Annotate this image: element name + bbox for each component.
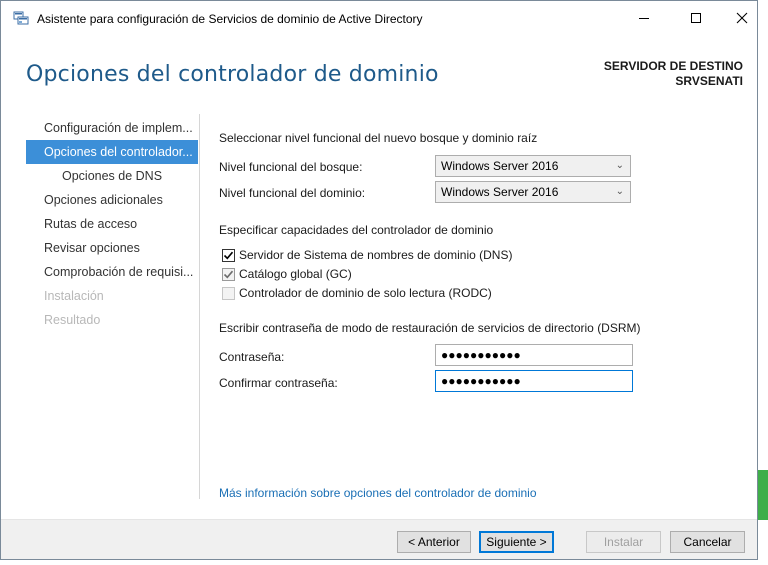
checkmark-icon <box>223 270 234 279</box>
background-strip <box>0 560 768 565</box>
checkmark-icon <box>223 251 234 260</box>
title-bar[interactable]: Asistente para configuración de Servicio… <box>1 1 757 35</box>
maximize-button[interactable] <box>673 1 719 35</box>
nav-item-results: Resultado <box>44 313 101 327</box>
password-field[interactable]: ●●●●●●●●●●● <box>435 344 633 366</box>
gc-checkbox <box>222 268 235 281</box>
forest-level-label: Nivel funcional del bosque: <box>219 160 363 174</box>
nav-item-review-options[interactable]: Revisar opciones <box>26 236 198 260</box>
rodc-checkbox-label[interactable]: Controlador de dominio de solo lectura (… <box>239 286 492 300</box>
server-manager-icon <box>13 11 29 25</box>
domain-level-label: Nivel funcional del dominio: <box>219 186 366 200</box>
destination-server: SERVIDOR DE DESTINO SRVSENATI <box>604 59 743 89</box>
wizard-navigation: Configuración de implem... Opciones del … <box>26 116 198 332</box>
domain-level-value: Windows Server 2016 <box>441 185 559 199</box>
background-accent <box>758 470 768 520</box>
nav-item-prerequisites-check[interactable]: Comprobación de requisi... <box>26 260 198 284</box>
next-button[interactable]: Siguiente > <box>479 531 554 553</box>
nav-item-additional-options[interactable]: Opciones adicionales <box>26 188 198 212</box>
dns-checkbox[interactable] <box>222 249 235 262</box>
nav-item-dns-options[interactable]: Opciones de DNS <box>26 164 198 188</box>
window-title: Asistente para configuración de Servicio… <box>37 12 423 26</box>
chevron-down-icon: ⌄ <box>615 160 624 171</box>
nav-item-dc-options[interactable]: Opciones del controlador... <box>26 140 198 164</box>
wizard-window: Asistente para configuración de Servicio… <box>0 0 758 560</box>
functional-level-heading: Seleccionar nivel funcional del nuevo bo… <box>219 131 538 145</box>
close-icon <box>736 12 748 24</box>
nav-divider <box>199 114 200 499</box>
page-title: Opciones del controlador de dominio <box>26 62 439 87</box>
dsrm-heading: Escribir contraseña de modo de restaurac… <box>219 321 641 335</box>
nav-item-installation: Instalación <box>44 289 104 303</box>
install-button: Instalar <box>586 531 661 553</box>
background-window <box>758 0 768 565</box>
close-button[interactable] <box>719 1 765 35</box>
gc-checkbox-label: Catálogo global (GC) <box>239 267 352 281</box>
destination-server-name: SRVSENATI <box>675 74 743 88</box>
minimize-button[interactable] <box>621 1 667 35</box>
dns-checkbox-label[interactable]: Servidor de Sistema de nombres de domini… <box>239 248 512 262</box>
chevron-down-icon: ⌄ <box>615 186 624 197</box>
password-label: Contraseña: <box>219 350 285 364</box>
minimize-icon <box>639 18 649 19</box>
more-info-link[interactable]: Más información sobre opciones del contr… <box>219 486 537 500</box>
forest-level-value: Windows Server 2016 <box>441 159 559 173</box>
confirm-password-label: Confirmar contraseña: <box>219 376 338 390</box>
cancel-button[interactable]: Cancelar <box>670 531 745 553</box>
domain-level-select[interactable]: Windows Server 2016 ⌄ <box>435 181 631 203</box>
capabilities-heading: Especificar capacidades del controlador … <box>219 223 494 237</box>
nav-item-deployment-config[interactable]: Configuración de implem... <box>26 116 198 140</box>
nav-item-paths[interactable]: Rutas de acceso <box>26 212 198 236</box>
destination-label: SERVIDOR DE DESTINO <box>603 59 743 73</box>
maximize-icon <box>691 13 701 23</box>
forest-level-select[interactable]: Windows Server 2016 ⌄ <box>435 155 631 177</box>
rodc-checkbox[interactable] <box>222 287 235 300</box>
back-button[interactable]: < Anterior <box>397 531 471 553</box>
confirm-password-field[interactable]: ●●●●●●●●●●● <box>435 370 633 392</box>
